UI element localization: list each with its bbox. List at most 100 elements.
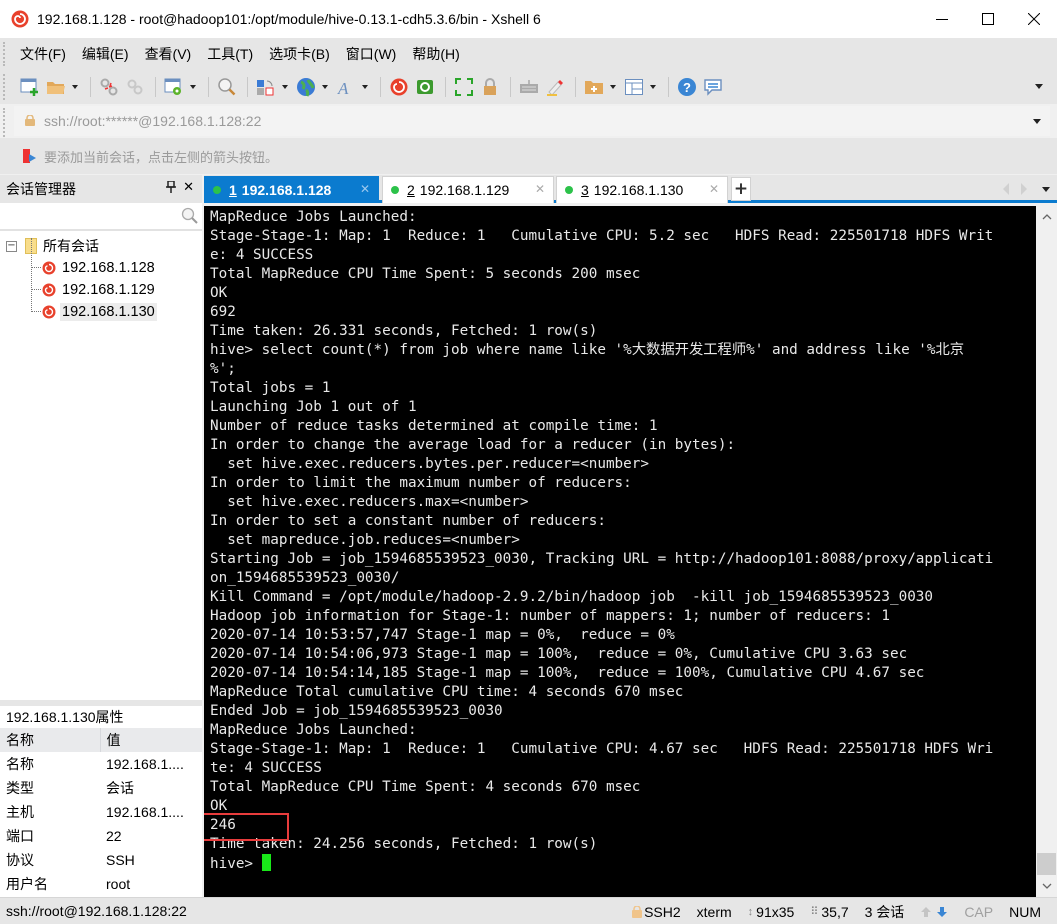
terminal-cursor [261, 854, 271, 871]
property-row[interactable]: 主机 192.168.1.... [0, 800, 202, 824]
tab-session-2[interactable]: 2 192.168.1.129 ✕ [382, 176, 554, 203]
terminal-line: 692 [210, 304, 236, 320]
scroll-down-button[interactable] [1036, 877, 1057, 895]
menu-tabs[interactable]: 选项卡(B) [269, 44, 330, 64]
toolbar-separator [575, 77, 576, 97]
menu-help[interactable]: 帮助(H) [412, 44, 459, 64]
fullscreen-button[interactable] [452, 75, 476, 99]
tab-session-3[interactable]: 3 192.168.1.130 ✕ [556, 176, 728, 203]
font-button[interactable]: A [334, 75, 358, 99]
toolbar-grip[interactable] [3, 74, 6, 100]
property-row[interactable]: 用户名 root [0, 872, 202, 896]
keyboard-button[interactable] [517, 75, 541, 99]
panel-close-icon[interactable]: ✕ [183, 180, 194, 195]
toolbar-overflow-icon[interactable] [1035, 84, 1043, 89]
layout-button[interactable] [622, 75, 646, 99]
reconnect-button[interactable] [123, 75, 147, 99]
scroll-tabs-right-icon[interactable] [1021, 183, 1027, 195]
new-tab-button[interactable]: + [731, 177, 751, 201]
highlight-button[interactable] [543, 75, 567, 99]
close-button[interactable] [1011, 0, 1057, 38]
properties-button[interactable] [162, 75, 186, 99]
layout-dropdown[interactable] [648, 75, 658, 99]
toolbar: A ? [0, 70, 1057, 104]
terminal-line: Launching Job 1 out of 1 [210, 399, 417, 415]
scroll-thumb[interactable] [1037, 853, 1056, 875]
add-session-arrow-icon[interactable] [22, 148, 38, 164]
xshell-button[interactable] [387, 75, 411, 99]
lock-button[interactable] [478, 75, 502, 99]
find-button[interactable] [215, 75, 239, 99]
disconnect-icon [100, 78, 118, 96]
tab-session-1[interactable]: 1 192.168.1.128 ✕ [204, 176, 379, 203]
lock-icon [632, 905, 643, 918]
add-folder-dropdown[interactable] [608, 75, 618, 99]
menu-edit[interactable]: 编辑(E) [82, 44, 129, 64]
transfer-dropdown[interactable] [280, 75, 290, 99]
terminal-line: In order to change the average load for … [210, 437, 736, 453]
column-header-value[interactable]: 值 [99, 728, 202, 752]
menu-grip[interactable] [3, 42, 6, 66]
open-button[interactable] [44, 75, 68, 99]
address-dropdown-icon[interactable] [1033, 119, 1041, 124]
scroll-up-button[interactable] [1036, 208, 1057, 226]
status-sessions: 3 会话 [864, 903, 905, 920]
status-cursor: ⠿ 35,7 [810, 904, 848, 920]
properties-dropdown[interactable] [188, 75, 198, 99]
plus-icon: + [733, 179, 749, 199]
collapse-icon[interactable]: − [6, 240, 17, 252]
property-value: 22 [106, 828, 122, 844]
menu-view[interactable]: 查看(V) [145, 44, 192, 64]
session-label: 192.168.1.128 [62, 260, 155, 276]
globe-button[interactable] [294, 75, 318, 99]
address-bar[interactable]: ssh://root:******@192.168.1.128:22 [14, 106, 1050, 136]
font-dropdown[interactable] [360, 75, 370, 99]
session-label: 192.168.1.130 [60, 303, 157, 321]
search-icon[interactable] [181, 207, 199, 229]
tab-close-icon[interactable]: ✕ [360, 182, 370, 196]
find-icon [218, 78, 236, 96]
address-input[interactable]: ssh://root:******@192.168.1.128:22 [44, 113, 261, 129]
tab-label: 192.168.1.128 [241, 182, 332, 198]
terminal-prompt-line[interactable]: hive> [210, 854, 1036, 873]
tab-close-icon[interactable]: ✕ [709, 182, 719, 196]
menu-bar: 文件(F) 编辑(E) 查看(V) 工具(T) 选项卡(B) 窗口(W) 帮助(… [0, 38, 1057, 70]
transfer-button[interactable] [254, 75, 278, 99]
tab-number: 1 [229, 182, 237, 198]
property-row[interactable]: 协议 SSH [0, 848, 202, 872]
minimize-button[interactable] [919, 0, 965, 38]
session-item[interactable]: 192.168.1.128 [0, 257, 202, 279]
property-row[interactable]: 类型 会话 [0, 776, 202, 800]
menu-file[interactable]: 文件(F) [20, 44, 66, 64]
new-session-button[interactable] [18, 75, 42, 99]
help-button[interactable]: ? [675, 75, 699, 99]
session-item[interactable]: 192.168.1.129 [0, 279, 202, 301]
pin-icon[interactable] [166, 180, 176, 196]
property-row[interactable]: 端口 22 [0, 824, 202, 848]
property-key: 协议 [6, 852, 34, 868]
toolbar-separator [247, 77, 248, 97]
lock-icon [25, 115, 35, 126]
session-search-input[interactable] [0, 203, 170, 229]
terminal-scrollbar[interactable] [1036, 206, 1057, 897]
terminal-line: MapReduce Jobs Launched: [210, 722, 426, 738]
maximize-button[interactable] [965, 0, 1011, 38]
menu-tools[interactable]: 工具(T) [207, 44, 253, 64]
property-row[interactable]: 名称 192.168.1.... [0, 752, 202, 776]
menu-window[interactable]: 窗口(W) [346, 44, 397, 64]
disconnect-button[interactable] [97, 75, 121, 99]
add-folder-button[interactable] [582, 75, 606, 99]
hint-text: 要添加当前会话，点击左侧的箭头按钮。 [44, 150, 279, 166]
terminal[interactable]: MapReduce Jobs Launched: Stage-Stage-1: … [204, 206, 1036, 897]
session-search-row [0, 203, 202, 231]
tab-close-icon[interactable]: ✕ [535, 182, 545, 196]
session-item-selected[interactable]: 192.168.1.130 [0, 301, 202, 323]
tab-list-dropdown-icon[interactable] [1042, 187, 1050, 192]
column-header-name[interactable]: 名称 [0, 728, 100, 752]
xftp-button[interactable] [413, 75, 437, 99]
tab-bar: 1 192.168.1.128 ✕ 2 192.168.1.129 ✕ 3 19… [204, 175, 1057, 203]
globe-dropdown[interactable] [320, 75, 330, 99]
scroll-tabs-left-icon[interactable] [1003, 183, 1009, 195]
open-dropdown[interactable] [70, 75, 80, 99]
chat-button[interactable] [701, 75, 725, 99]
